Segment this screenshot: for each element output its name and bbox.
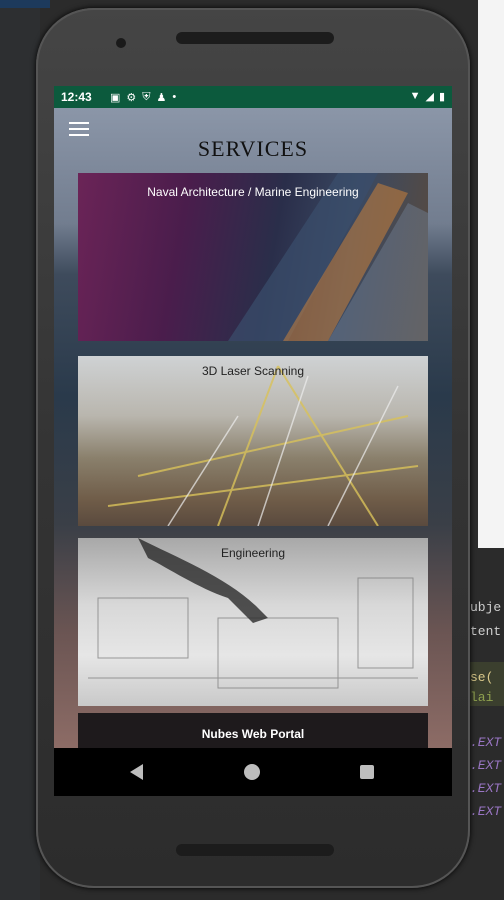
ide-code-line: tent: [470, 624, 502, 639]
service-card-web-portal[interactable]: Nubes Web Portal: [78, 713, 428, 748]
ide-preview-panel: [478, 0, 504, 548]
ide-code-line: se(: [470, 670, 494, 685]
ide-code-line: .EXT: [470, 804, 502, 819]
service-label: Nubes Web Portal: [201, 727, 305, 741]
page-title: SERVICES: [197, 136, 309, 161]
status-bar: 12:43 ▣ ⚙ ⛨ ♟ • ▼ ◢ ▮: [54, 86, 452, 108]
ide-code-line: ubje: [470, 600, 502, 615]
person-icon: ♟: [156, 92, 167, 104]
service-card-engineering[interactable]: Engineering: [78, 538, 428, 706]
front-camera: [116, 38, 126, 48]
status-time: 12:43: [61, 90, 92, 104]
settings-icon: ⚙: [126, 92, 137, 104]
battery-icon: ▮: [438, 91, 445, 103]
services-screen: SERVICES Naval Architecture / Marine Eng…: [54, 108, 452, 748]
android-nav-bar: [54, 748, 452, 796]
ide-left-panel: [0, 0, 50, 900]
ide-code-line: .EXT: [470, 781, 502, 796]
bottom-speaker: [176, 844, 334, 856]
image-icon: ▣: [110, 92, 121, 104]
service-label: Engineering: [220, 546, 286, 560]
back-icon[interactable]: [130, 764, 143, 780]
hamburger-menu-icon[interactable]: [69, 122, 89, 136]
phone-screen: 12:43 ▣ ⚙ ⛨ ♟ • ▼ ◢ ▮ SERVICES Naval Arc…: [54, 86, 452, 796]
dot-icon: •: [172, 91, 177, 103]
ide-code-line: .EXT: [470, 735, 502, 750]
blueprint-image: [88, 538, 418, 689]
signal-icon: ◢: [425, 91, 434, 103]
wifi-icon: ▼: [409, 90, 421, 102]
ide-code-line: .EXT: [470, 758, 502, 773]
service-label: Naval Architecture / Marine Engineering: [147, 185, 359, 199]
home-icon[interactable]: [244, 764, 260, 780]
scaffold-image: [107, 365, 419, 526]
shield-icon: ⛨: [142, 91, 151, 103]
top-speaker: [176, 32, 334, 44]
ide-code-line: lai: [470, 690, 494, 705]
service-card-naval-architecture[interactable]: Naval Architecture / Marine Engineering: [78, 173, 428, 341]
ide-tab[interactable]: [0, 0, 50, 8]
service-card-laser-scanning[interactable]: 3D Laser Scanning: [78, 356, 428, 526]
service-label: 3D Laser Scanning: [201, 364, 305, 378]
recents-icon[interactable]: [360, 765, 374, 779]
